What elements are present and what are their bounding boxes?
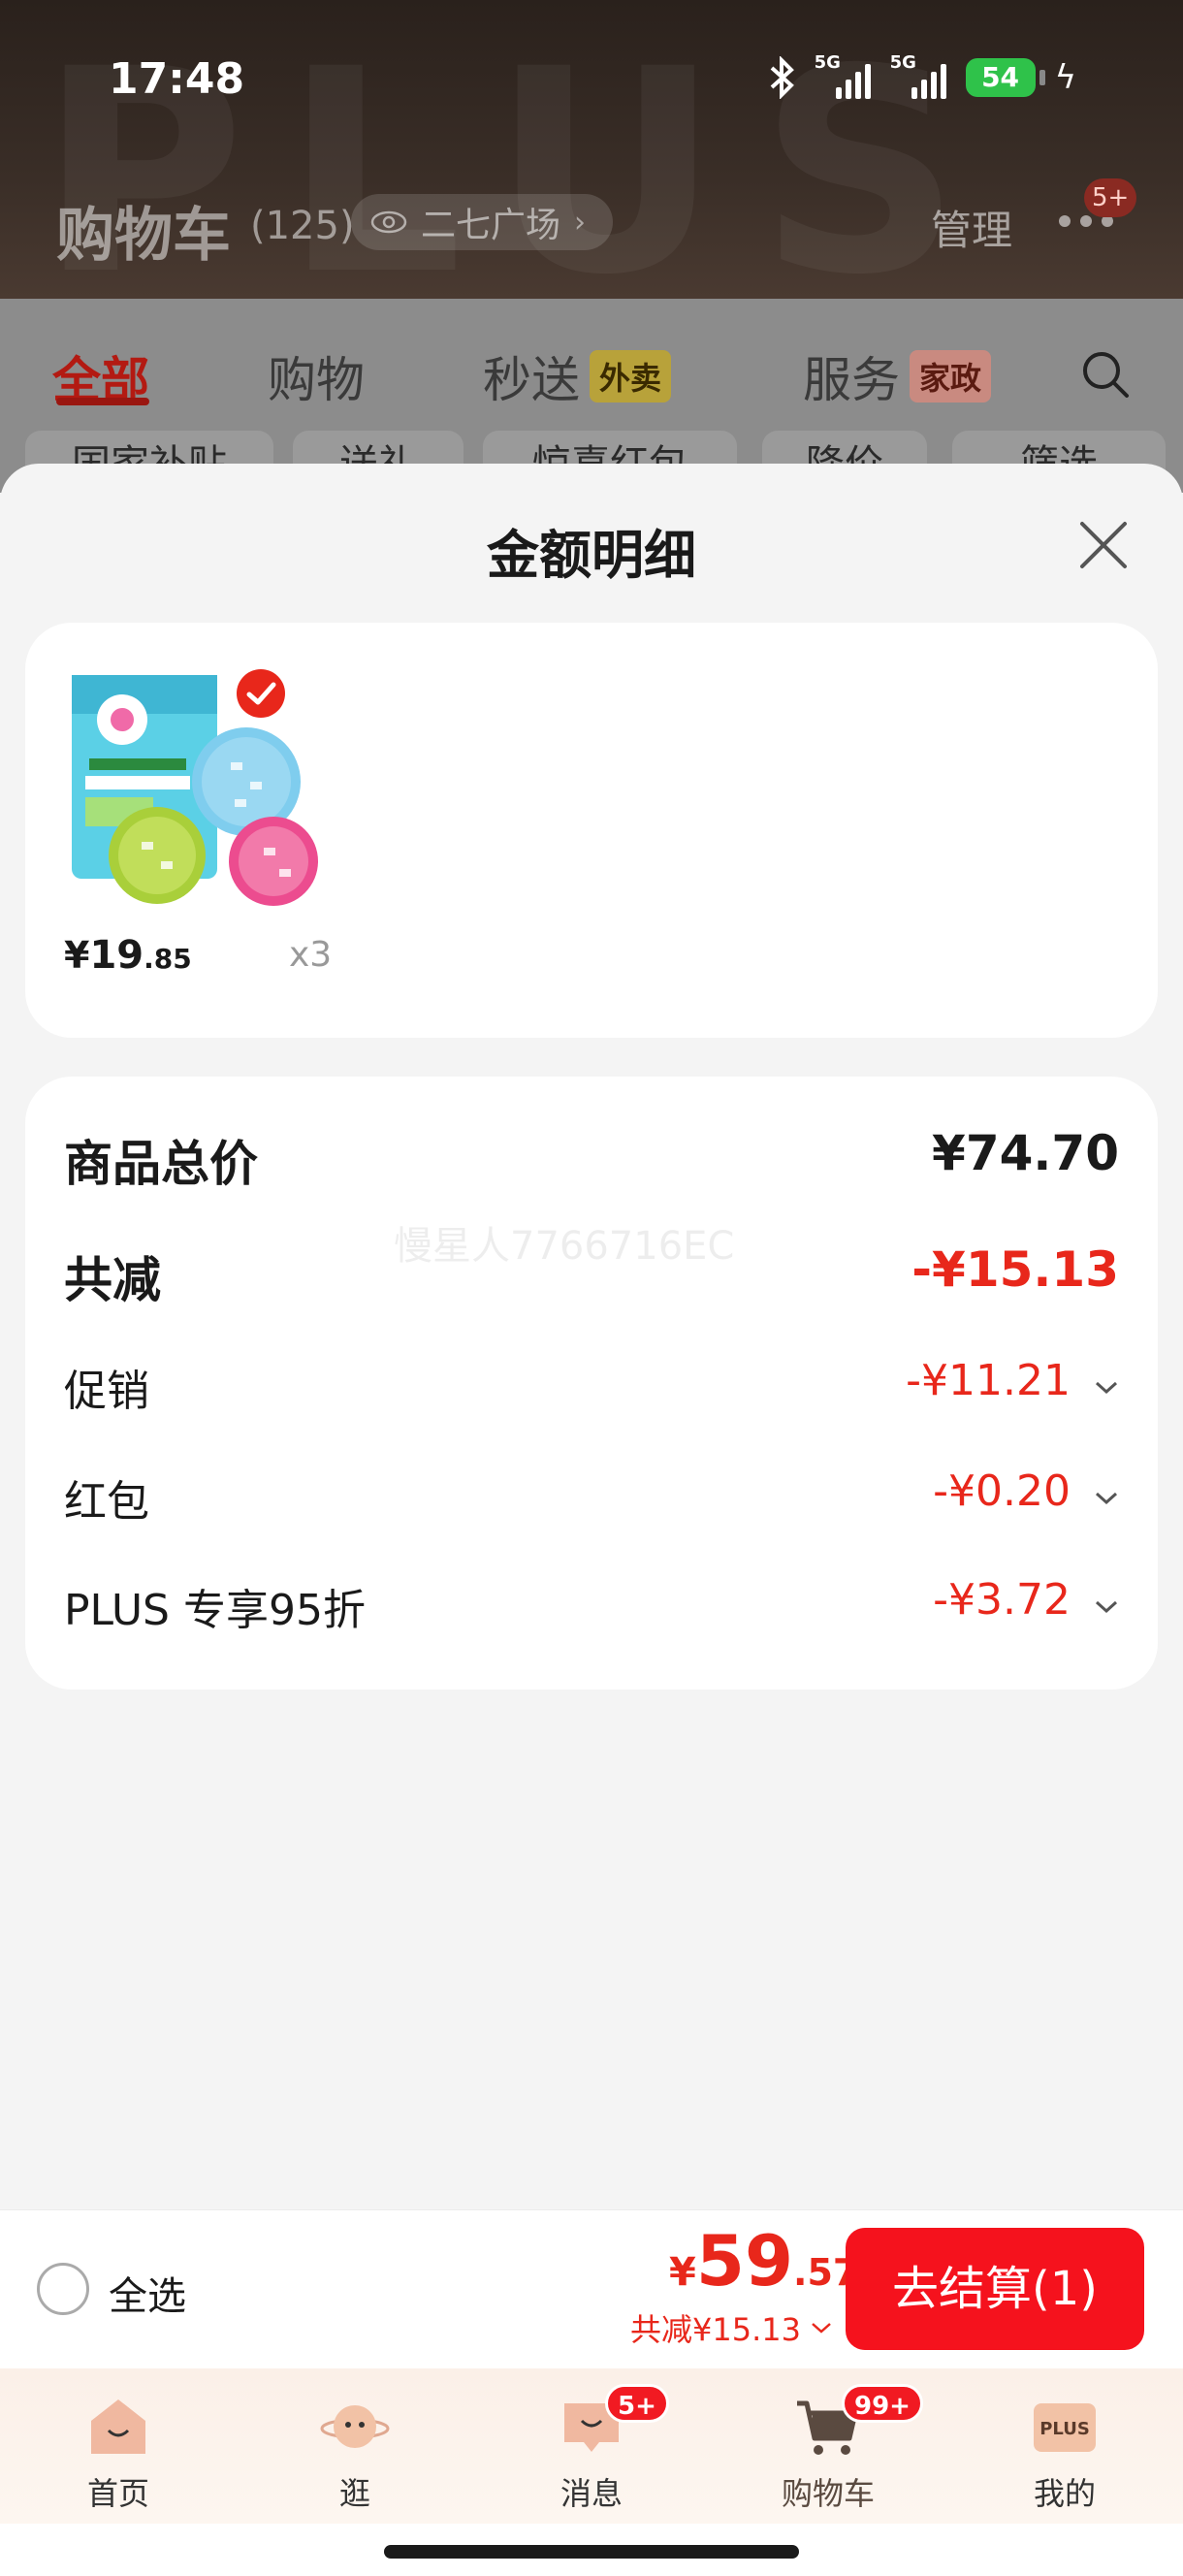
sheet-title: 金额明细 [487,525,696,586]
chevron-down-icon[interactable] [1094,1598,1119,1616]
tab-shopping[interactable]: 购物 [268,341,365,411]
plus-discount-label: PLUS 专享95折 [64,1586,366,1635]
chevron-down-icon [812,2323,831,2334]
promotion-row[interactable]: 促销 -¥11.21 [64,1344,1119,1422]
discount-value: -¥15.13 [911,1241,1119,1298]
product-image[interactable] [64,658,336,910]
location-text: 二七广场 [421,206,561,245]
total-label: 商品总价 [64,1136,258,1192]
plus-discount-value: -¥3.72 [933,1575,1071,1625]
bottom-nav: 首页 逛 消息 5+ 购物车 99+ PLUS 我的 [0,2368,1183,2524]
chevron-down-icon[interactable] [1094,1379,1119,1397]
location-selector[interactable]: 二七广场 › [351,194,614,250]
cart-header: PLUS 17:48 5G 5G 54 ϟ 购物车 (125) 二七广场 › 管… [0,0,1183,299]
red-packet-value: -¥0.20 [933,1466,1071,1516]
signal-icon: 5G [815,52,877,99]
plus-member-icon: PLUS [1034,2403,1096,2452]
cart-title-row: 购物车 (125) 二七广场 › 管理 5+ [0,175,1183,272]
manage-button[interactable]: 管理 [931,198,1012,257]
nav-messages[interactable]: 消息 5+ [504,2384,679,2514]
cart-count: (125) [250,204,355,248]
price-summary-card: 慢星人7766716EC 商品总价 ¥74.70 共减 -¥15.13 促销 -… [25,1077,1158,1690]
red-packet-label: 红包 [64,1477,149,1527]
status-bar: 17:48 5G 5G 54 ϟ [0,0,1183,165]
charging-icon: ϟ [1054,58,1076,97]
total-row: 商品总价 ¥74.70 [64,1113,1119,1192]
checkout-button[interactable]: 去结算(1) [846,2228,1144,2350]
page-title: 购物车 [56,202,231,270]
messages-badge: 5+ [605,2384,669,2423]
category-tabs: 全部 购物 秒送 外卖 服务 家政 [0,318,1183,415]
nav-cart[interactable]: 购物车 99+ [741,2384,923,2514]
product-card: ¥ 19 .85 x3 [25,623,1158,1038]
checked-icon[interactable] [235,667,287,720]
nav-me[interactable]: PLUS 我的 [977,2392,1152,2514]
planet-face-icon [320,2405,390,2448]
housekeeping-badge: 家政 [910,350,992,402]
status-time: 17:48 [109,54,245,104]
home-icon [91,2399,145,2454]
tab-underline [56,398,149,405]
svg-text:PLUS: PLUS [1039,2419,1090,2439]
total-value: ¥74.70 [932,1125,1119,1181]
promotion-label: 促销 [64,1367,149,1416]
amount-detail-sheet: 金额明细 ¥ 19 .85 x3 慢星人7766716EC 商品总价 ¥74.7… [0,464,1183,2209]
nav-home[interactable]: 首页 [31,2392,206,2514]
checkout-bar: 全选 ¥ 59 .57 共减¥15.13 去结算(1) [0,2209,1183,2368]
total-discount-toggle[interactable]: 共减¥15.13 [630,2305,832,2350]
cart-badge: 99+ [842,2384,923,2423]
tab-services[interactable]: 服务 家政 [803,341,992,411]
bluetooth-icon [770,56,794,99]
discount-label: 共减 [64,1252,161,1308]
tab-instant-delivery[interactable]: 秒送 外卖 [483,341,672,411]
search-icon[interactable] [1080,349,1131,400]
total-price: ¥ 59 .57 [669,2220,859,2302]
nav-explore[interactable]: 逛 [268,2392,442,2514]
eye-icon [370,210,407,234]
chevron-right-icon: › [574,205,587,240]
battery-icon: 54 [965,58,1045,97]
close-icon[interactable] [1072,514,1135,576]
select-all-label[interactable]: 全选 [109,2265,186,2321]
plus-discount-row[interactable]: PLUS 专享95折 -¥3.72 [64,1563,1119,1641]
takeout-badge: 外卖 [590,350,672,402]
home-indicator[interactable] [384,2545,799,2559]
select-all-checkbox[interactable] [37,2263,89,2315]
more-badge: 5+ [1084,178,1137,217]
product-quantity: x3 [289,935,333,975]
chevron-down-icon[interactable] [1094,1490,1119,1507]
status-icons: 5G 5G 54 ϟ [762,52,1076,99]
red-packet-row[interactable]: 红包 -¥0.20 [64,1455,1119,1532]
promotion-value: -¥11.21 [906,1356,1071,1405]
discount-row: 共减 -¥15.13 [64,1230,1119,1308]
signal-icon-2: 5G [890,52,952,99]
